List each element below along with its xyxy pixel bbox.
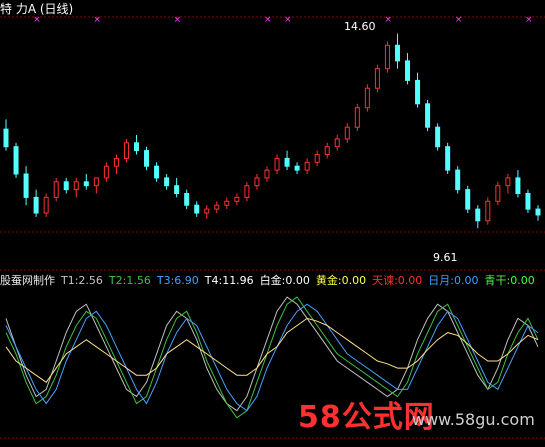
legend-item-4: T4:11.96 [204,274,254,287]
candle-body [374,68,380,89]
signal-marker: × [455,15,463,25]
candle-body [214,204,220,210]
candle-body [133,142,139,152]
candle-body [284,157,290,167]
signal-marker: × [384,15,392,25]
candle-body [485,200,491,222]
candle-body [184,193,190,206]
candle-body [244,185,250,198]
candle-body [224,200,230,206]
legend-item-0: 股蚕网制作 [0,274,55,287]
signal-marker: × [284,15,292,25]
candle-body [495,185,501,202]
candle-body [23,173,29,198]
candle-body [405,60,411,81]
indicator-line-T3 [5,303,539,412]
candle-body [314,154,320,163]
watermark-url: www.58gu.com [412,410,535,429]
candle-body [53,181,59,198]
stock-name: 特 力A [0,2,37,16]
legend-item-3: T3:6.90 [156,274,199,287]
candle-body [63,181,69,191]
candle-body [13,146,19,175]
candle-body [164,177,170,187]
candle-body [384,44,390,70]
candle-body [274,157,280,171]
candle-body [204,208,210,214]
signal-marker: × [525,15,533,25]
signal-marker: × [93,15,101,25]
candle-body [294,165,300,171]
candle-body [465,189,471,210]
candle-body [535,208,541,216]
candle-body [33,196,39,214]
chart-title: 特 力A (日线) [0,0,73,17]
candle-body [83,181,89,187]
legend-item-2: T2:1.56 [108,274,151,287]
candle-body [334,138,340,148]
chart-period: (日线) [39,2,74,16]
candle-body [394,44,400,62]
candle-body [515,177,521,194]
candle-body [254,177,260,187]
indicator-line-T4 [5,317,539,383]
indicator-legend: 股蚕网制作 T1:2.56 T2:1.56 T3:6.90 T4:11.96 白金:0.0… [0,272,541,288]
signal-marker: × [174,15,182,25]
candle-body [415,79,421,105]
candle-body [93,177,99,187]
candle-body [194,204,200,214]
candle-body [364,87,370,109]
high-price-label: 14.60 [344,20,376,33]
candle-body [324,146,330,155]
legend-item-7: 天谏:0.00 [372,274,423,287]
candle-body [103,165,109,179]
candle-body [264,169,270,179]
candle-body [304,161,310,171]
legend-item-9: 青干:0.00 [484,274,535,287]
legend-item-1: T1:2.56 [61,274,103,287]
indicator-line-T1 [5,296,539,412]
candle-body [113,157,119,167]
candle-body [445,146,451,171]
candle-body [354,107,360,128]
candle-body [234,196,240,202]
legend-item-5: 白金:0.00 [259,274,310,287]
candle-body [425,103,431,128]
candle-body [344,126,350,140]
candle-body [475,208,481,222]
legend-item-8: 日月:0.00 [428,274,479,287]
candle-body [73,181,79,191]
candle-body [505,177,511,187]
candle-body [43,196,49,214]
stock-chart-window: × × × × × × × × 特 力A (日线) 14.60 9.61 股蚕网制作 T1:2.… [0,0,545,447]
candle-body [174,185,180,194]
candle-body [435,126,441,148]
chart-canvas: × × × × × × × × [0,15,545,439]
candle-body [3,128,9,148]
candle-body [154,165,160,179]
candle-body [144,150,150,167]
signal-marker: × [264,15,272,25]
candle-body [123,142,129,159]
watermark-number: 58 [298,400,342,435]
candle-body [525,193,531,210]
legend-item-6: 黄金:0.00 [315,274,367,287]
candle-body [455,169,461,191]
low-price-label: 9.61 [433,251,458,264]
